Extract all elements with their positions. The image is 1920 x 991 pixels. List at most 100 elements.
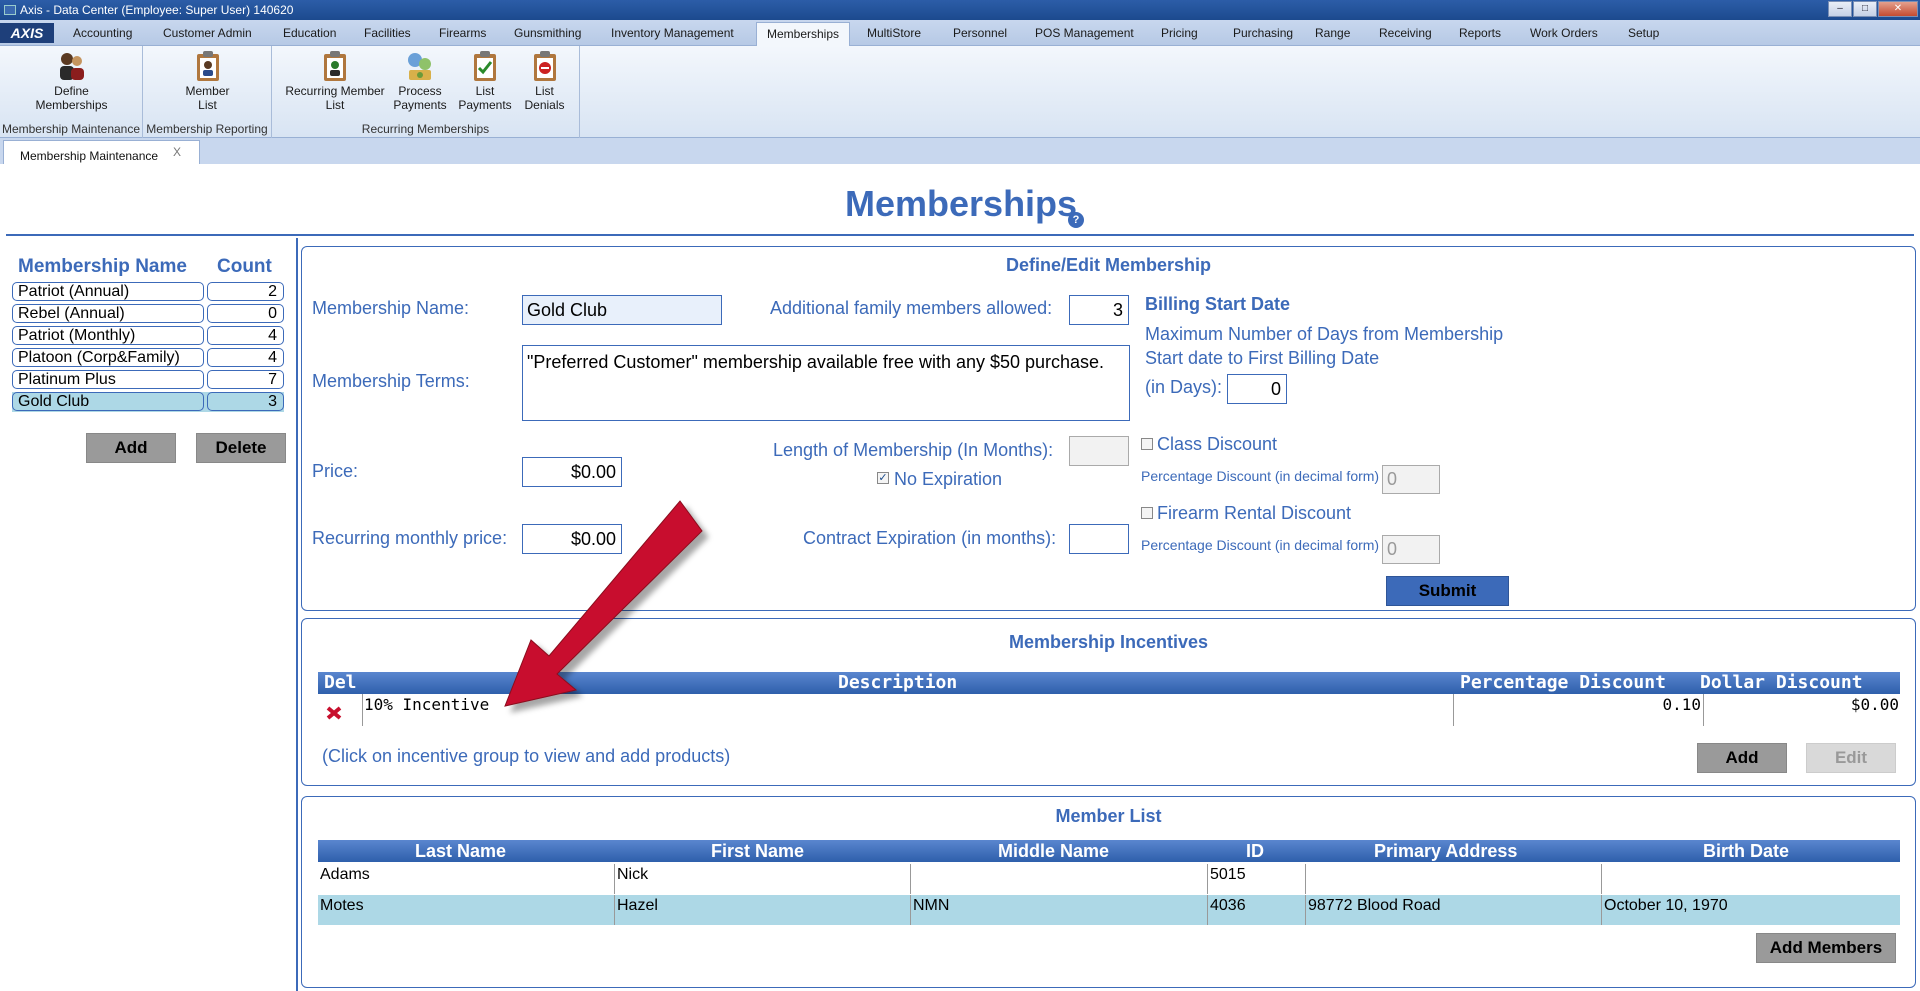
ribbon-button-line1: Define [54,84,89,98]
no-expiration-checkbox[interactable]: ✓ [877,472,889,484]
membership-name-input[interactable] [522,295,722,325]
menu-customer-admin[interactable]: Customer Admin [163,26,252,40]
membership-row-selected[interactable]: Gold Club 3 [12,392,284,412]
menu-receiving[interactable]: Receiving [1379,26,1432,40]
ribbon-button-line2: List [198,98,217,112]
divider [910,864,911,894]
incentive-description: 10% Incentive [364,695,490,714]
membership-name: Platinum Plus [12,370,204,389]
add-membership-button[interactable]: Add [86,433,176,463]
ribbon-button-line2: Denials [524,98,565,112]
clipboard-check-icon [474,51,496,81]
ribbon: Define Memberships Membership Maintenanc… [0,46,1920,138]
membership-count: 4 [207,348,284,367]
membership-name-header: Membership Name [18,256,187,277]
maximize-button[interactable]: □ [1853,1,1877,17]
menu-firearms[interactable]: Firearms [439,26,486,40]
panel-title: Member List [1055,806,1162,826]
menu-reports[interactable]: Reports [1459,26,1501,40]
window-title: Axis - Data Center (Employee: Super User… [20,3,294,17]
ribbon-group-label: Membership Maintenance [1,122,141,136]
membership-terms-textarea[interactable]: "Preferred Customer" membership availabl… [522,345,1130,421]
membership-row[interactable]: Rebel (Annual) 0 [12,304,284,324]
list-denials-button[interactable]: List Denials [517,50,572,112]
membership-count: 7 [207,370,284,389]
menu-personnel[interactable]: Personnel [953,26,1007,40]
membership-row[interactable]: Platinum Plus 7 [12,370,284,390]
menu-range[interactable]: Range [1315,26,1350,40]
menu-purchasing[interactable]: Purchasing [1233,26,1293,40]
menu-gunsmithing[interactable]: Gunsmithing [514,26,581,40]
col-percentage-discount: Percentage Discount [1460,672,1666,693]
membership-row[interactable]: Platoon (Corp&Family) 4 [12,348,284,368]
recurring-member-list-button[interactable]: Recurring Member List [280,50,390,112]
edit-incentive-button[interactable]: Edit [1806,743,1896,773]
divider [1305,895,1306,925]
process-payments-button[interactable]: Process Payments [390,50,450,112]
family-members-label: Additional family members allowed: [770,298,1053,318]
define-memberships-button[interactable]: Define Memberships [14,50,129,112]
add-incentive-button[interactable]: Add [1697,743,1787,773]
membership-name: Rebel (Annual) [12,304,204,323]
class-discount-checkbox[interactable] [1141,438,1153,450]
divider [1207,895,1208,925]
divider [910,895,911,925]
menu-education[interactable]: Education [283,26,336,40]
col-del: Del [324,672,357,693]
contract-expiration-input[interactable] [1069,524,1129,554]
app-icon [4,5,16,15]
membership-name: Patriot (Monthly) [12,326,204,345]
menu-inventory-management[interactable]: Inventory Management [611,26,734,40]
table-row[interactable]: Motes Hazel NMN 4036 98772 Blood Road Oc… [318,895,1900,925]
length-input[interactable] [1069,436,1129,466]
menu-multistore[interactable]: MultiStore [867,26,921,40]
help-icon[interactable]: ? [1068,212,1084,228]
close-window-button[interactable]: ✕ [1878,1,1918,17]
firearm-rental-discount-checkbox[interactable] [1141,507,1153,519]
col-description: Description [838,672,958,693]
menu-memberships[interactable]: Memberships [756,22,851,46]
membership-row[interactable]: Patriot (Monthly) 4 [12,326,284,346]
menu-accounting[interactable]: Accounting [73,26,132,40]
ribbon-group-membership-maintenance: Define Memberships Membership Maintenanc… [0,46,143,138]
member-list-button[interactable]: Member List [165,50,250,112]
incentive-hint: (Click on incentive group to view and ad… [322,746,731,766]
minimize-button[interactable]: – [1828,1,1852,17]
menu-pricing[interactable]: Pricing [1161,26,1198,40]
divider [1601,864,1602,894]
menu-work-orders[interactable]: Work Orders [1530,26,1598,40]
menu-setup[interactable]: Setup [1628,26,1659,40]
menu-bar: AXIS Accounting Customer Admin Education… [0,20,1920,46]
delete-membership-button[interactable]: Delete [196,433,286,463]
window-titlebar: Axis - Data Center (Employee: Super User… [0,0,1920,20]
class-pct-input[interactable] [1382,465,1440,494]
submit-button[interactable]: Submit [1386,576,1509,606]
delete-icon[interactable] [325,705,343,721]
membership-count: 3 [207,392,284,411]
incentives-grid-header: Del Description Percentage Discount Doll… [318,672,1900,694]
panel-title: Membership Incentives [1008,632,1209,652]
price-input[interactable] [522,457,622,487]
menu-facilities[interactable]: Facilities [364,26,411,40]
divider [296,238,298,991]
billing-days-input[interactable] [1227,374,1287,404]
menu-pos-management[interactable]: POS Management [1035,26,1134,40]
payments-icon [408,53,431,80]
table-row[interactable]: Adams Nick 5015 [318,864,1900,894]
tab-membership-maintenance[interactable]: Membership Maintenance X [3,140,200,164]
family-members-input[interactable] [1069,295,1129,325]
firearm-pct-input[interactable] [1382,535,1440,564]
add-members-button[interactable]: Add Members [1756,933,1896,963]
ribbon-group-membership-reporting: Member List Membership Reporting [143,46,272,138]
membership-row[interactable]: Patriot (Annual) 2 [12,282,284,302]
people-icon [59,53,84,80]
clipboard-deny-icon [533,51,556,81]
contract-expiration-label: Contract Expiration (in months): [803,528,1057,548]
close-tab-icon[interactable]: X [173,145,181,159]
recurring-price-input[interactable] [522,524,622,554]
firearm-pct-label: Percentage Discount (in decimal form) [1141,537,1380,553]
ribbon-button-line2: Memberships [35,98,108,112]
col-last-name: Last Name [415,841,507,861]
list-payments-button[interactable]: List Payments [455,50,515,112]
billing-line-2: Start date to First Billing Date [1145,348,1380,368]
